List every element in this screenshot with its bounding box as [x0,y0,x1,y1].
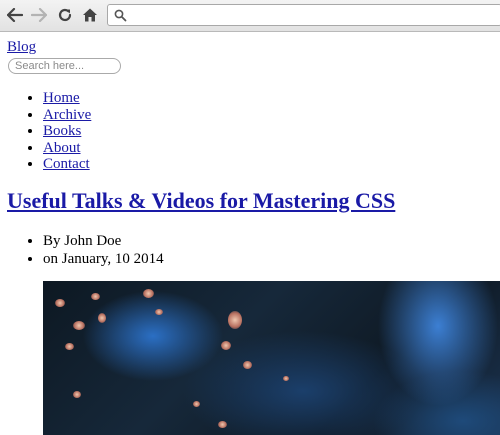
nav-link-about[interactable]: About [43,140,81,156]
nav-item-archive: Archive [43,107,91,124]
reload-icon[interactable] [56,6,74,24]
post-date: on January, 10 2014 [43,250,164,268]
nav-link-home[interactable]: Home [43,90,80,106]
post-author: By John Doe [43,232,164,250]
nav-item-about: About [43,140,91,157]
nav-link-contact[interactable]: Contact [43,156,90,172]
browser-toolbar [0,0,500,32]
post-featured-image [43,281,500,435]
nav-item-home: Home [43,90,91,107]
forward-arrow-icon[interactable] [30,6,48,24]
blog-link[interactable]: Blog [7,39,36,56]
page-content: Blog Home Archive Books About Contact Us… [0,33,500,435]
nav-item-contact: Contact [43,156,91,173]
nav-item-books: Books [43,123,91,140]
nav-link-archive[interactable]: Archive [43,107,91,123]
address-bar[interactable] [107,4,500,26]
search-input[interactable] [8,58,121,74]
main-nav: Home Archive Books About Contact [0,90,91,173]
nav-link-books[interactable]: Books [43,123,81,139]
back-arrow-icon[interactable] [6,6,24,24]
home-icon[interactable] [81,6,99,24]
post-title: Useful Talks & Videos for Mastering CSS [7,188,395,214]
post-meta: By John Doe on January, 10 2014 [0,232,164,268]
post-title-link[interactable]: Useful Talks & Videos for Mastering CSS [7,188,395,213]
search-icon [114,9,127,27]
